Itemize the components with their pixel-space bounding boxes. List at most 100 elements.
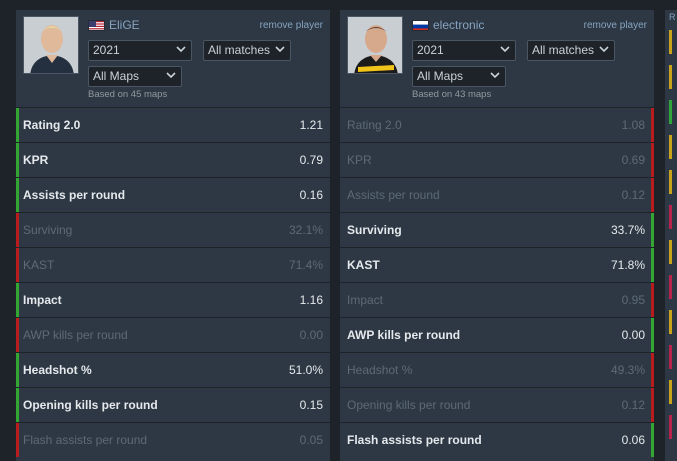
- chevron-down-icon: [176, 46, 186, 53]
- stat-indicator-bar: [16, 108, 19, 142]
- stats-list: Rating 2.0 1.21 KPR 0.79 Assists per round 0.…: [16, 107, 330, 457]
- stat-label: Headshot %: [23, 363, 92, 377]
- stat-row: AWP kills per round 0.00: [340, 317, 654, 352]
- stat-label: AWP kills per round: [347, 328, 461, 342]
- player-name-text[interactable]: electronic: [433, 18, 484, 32]
- player-compare-page: EliGE remove player 2021 All matches All…: [0, 0, 677, 461]
- based-on-maps: Based on 43 maps: [412, 89, 492, 100]
- stat-value: 0.79: [299, 153, 323, 167]
- stat-value: 1.21: [299, 118, 323, 132]
- stat-row: Headshot % 49.3%: [340, 352, 654, 387]
- stat-label: Impact: [23, 293, 62, 307]
- stat-indicator-bar: [669, 205, 672, 229]
- stat-indicator-bar: [16, 178, 19, 212]
- stat-row: Opening kills per round 0.12: [340, 387, 654, 422]
- stat-indicator-bar: [669, 415, 672, 439]
- stat-label: KPR: [23, 153, 49, 167]
- stat-value: 1.16: [299, 293, 323, 307]
- stat-indicator-bar: [651, 283, 654, 317]
- matches-select[interactable]: All matches: [527, 40, 615, 61]
- stat-value: 49.3%: [610, 363, 645, 377]
- player-header: EliGE remove player 2021 All matches All…: [16, 10, 330, 107]
- stat-label: Opening kills per round: [347, 398, 471, 412]
- stat-row: AWP kills per round 0.00: [16, 317, 330, 352]
- stat-value: 1.08: [621, 118, 645, 132]
- stat-indicator-bar: [651, 423, 654, 457]
- player-name[interactable]: EliGE: [88, 18, 140, 32]
- stat-row: Surviving 33.7%: [340, 212, 654, 247]
- stat-value: 71.8%: [610, 258, 645, 272]
- stat-indicator-bar: [651, 143, 654, 177]
- stat-label: KPR: [347, 153, 372, 167]
- chevron-down-icon: [275, 46, 285, 53]
- stats-list: Rating 2.0 1.08 KPR 0.69 Assists per round 0.…: [340, 107, 654, 457]
- stat-row: Impact 0.95: [340, 282, 654, 317]
- chevron-down-icon: [599, 46, 609, 53]
- player-column-2: electronic remove player 2021 All matche…: [340, 10, 654, 461]
- stat-value: 0.00: [621, 328, 645, 342]
- stat-label: Opening kills per round: [23, 398, 158, 412]
- year-select-value: 2021: [417, 43, 444, 57]
- stat-indicator-bar: [16, 423, 19, 457]
- stat-indicator-bar: [669, 100, 672, 124]
- stat-value: 0.69: [621, 153, 645, 167]
- stat-indicator-bar: [16, 318, 19, 352]
- stat-indicator-bar: [651, 318, 654, 352]
- stat-indicator-bar: [669, 65, 672, 89]
- player-name-text[interactable]: EliGE: [109, 18, 140, 32]
- maps-select-value: All Maps: [417, 69, 464, 83]
- us-flag-icon: [88, 19, 105, 31]
- stat-value: 0.05: [299, 433, 323, 447]
- stat-indicator-bar: [16, 353, 19, 387]
- stat-row: Flash assists per round 0.05: [16, 422, 330, 457]
- stat-label: Flash assists per round: [23, 433, 148, 447]
- stat-indicator-bar: [669, 30, 672, 54]
- stat-value: 0.12: [621, 188, 645, 202]
- matches-select[interactable]: All matches: [203, 40, 291, 61]
- stat-value: 71.4%: [288, 258, 323, 272]
- stat-label: KAST: [23, 258, 55, 272]
- based-on-maps: Based on 45 maps: [88, 89, 168, 100]
- stat-indicator-bar: [16, 283, 19, 317]
- year-select-value: 2021: [93, 43, 120, 57]
- maps-select[interactable]: All Maps: [412, 66, 506, 87]
- stat-indicator-bar: [669, 170, 672, 194]
- player-column-1: EliGE remove player 2021 All matches All…: [16, 10, 330, 461]
- stat-label: Rating 2.0: [347, 118, 402, 132]
- stat-indicator-bar: [669, 310, 672, 334]
- chevron-down-icon: [166, 72, 176, 79]
- stat-indicator-bar: [16, 143, 19, 177]
- stat-value: 0.06: [621, 433, 645, 447]
- stat-label: Headshot %: [347, 363, 413, 377]
- maps-select-value: All Maps: [93, 69, 140, 83]
- stat-row: Assists per round 0.12: [340, 177, 654, 212]
- stat-label: Assists per round: [23, 188, 126, 202]
- stat-label: Assists per round: [347, 188, 440, 202]
- player-name[interactable]: electronic: [412, 18, 484, 32]
- stat-value: 0.00: [299, 328, 323, 342]
- stat-label: Flash assists per round: [347, 433, 482, 447]
- remove-player-link[interactable]: remove player: [584, 20, 647, 31]
- year-select[interactable]: 2021: [88, 40, 192, 61]
- stat-row: Flash assists per round 0.06: [340, 422, 654, 457]
- maps-select[interactable]: All Maps: [88, 66, 182, 87]
- stat-indicator-bar: [669, 345, 672, 369]
- remove-player-link[interactable]: remove player: [260, 20, 323, 31]
- stat-label: Rating 2.0: [23, 118, 81, 132]
- stat-row: Rating 2.0 1.21: [16, 107, 330, 142]
- stat-indicator-bar: [669, 380, 672, 404]
- player-photo: [347, 16, 403, 74]
- stat-indicator-bar: [16, 213, 19, 247]
- stat-row: KPR 0.79: [16, 142, 330, 177]
- chevron-down-icon: [500, 46, 510, 53]
- stat-value: 51.0%: [288, 363, 323, 377]
- stat-indicator-bar: [669, 240, 672, 264]
- stat-value: 0.16: [299, 188, 323, 202]
- stat-value: 0.12: [621, 398, 645, 412]
- year-select[interactable]: 2021: [412, 40, 516, 61]
- stat-value: 0.15: [299, 398, 323, 412]
- stat-indicator-bar: [651, 213, 654, 247]
- stat-row: Assists per round 0.16: [16, 177, 330, 212]
- stat-indicator-bar: [651, 388, 654, 422]
- stat-row: KPR 0.69: [340, 142, 654, 177]
